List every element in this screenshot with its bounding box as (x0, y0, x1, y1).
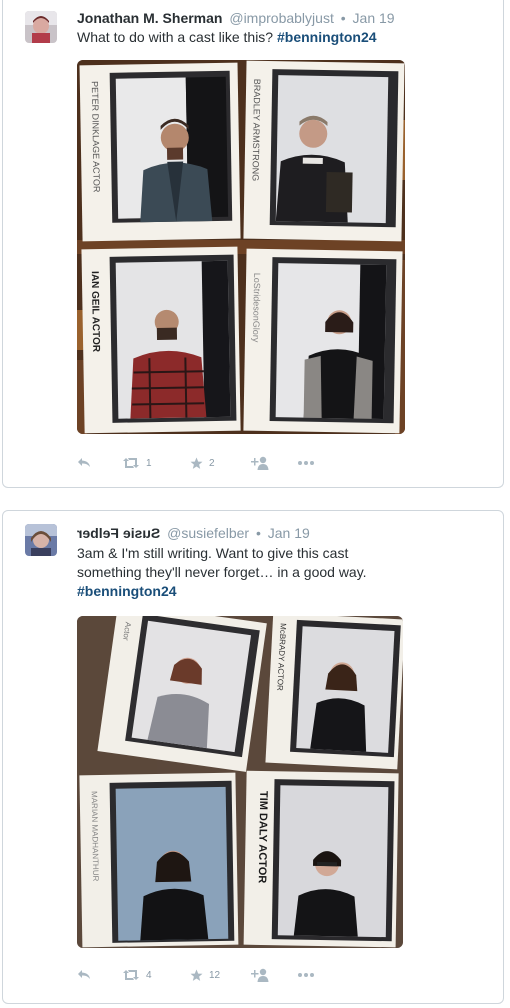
retweet-icon (123, 458, 139, 468)
tweet-date[interactable]: Jan 19 (353, 10, 395, 26)
tweet-text-line: What to do with a cast like this? (77, 29, 277, 45)
retweet-button[interactable]: 1 (122, 453, 152, 473)
photo-caption: BRADLEY ARMSTRONG (250, 79, 262, 182)
reply-button[interactable] (77, 453, 91, 473)
tweet-photo[interactable]: Actor McBRADY ACTOR MARIAN MADHANTHUR TI… (77, 616, 403, 948)
tweet-photo[interactable]: PETER DINKLAGE ACTOR BRADLEY ARMSTRONG I… (77, 60, 405, 434)
follow-button[interactable] (249, 965, 269, 985)
tweet-date[interactable]: Jan 19 (268, 525, 310, 541)
favorite-button[interactable]: 2 (190, 453, 215, 473)
tweet-text-line: 3am & I'm still writing. Want to give th… (77, 545, 349, 561)
tweet-text-line: something they'll never forget… in a goo… (77, 564, 367, 580)
follow-button[interactable] (249, 453, 269, 473)
follow-icon (251, 456, 269, 470)
photo-caption: IAN GEIL ACTOR (89, 271, 101, 353)
follow-icon (251, 968, 269, 982)
author-handle[interactable]: @susiefelber (167, 525, 249, 541)
more-icon (298, 973, 314, 977)
separator: • (255, 525, 261, 541)
separator: • (340, 10, 346, 26)
photo-caption: MARIAN MADHANTHUR (90, 791, 101, 882)
favorite-button[interactable]: 12 (190, 965, 220, 985)
photo-caption: TIM DALY ACTOR (256, 791, 270, 884)
more-button[interactable] (297, 453, 315, 473)
tweet-header: Susie Felber @susiefelber • Jan 19 (77, 524, 310, 542)
avatar[interactable] (25, 524, 57, 556)
tweet[interactable]: Susie Felber @susiefelber • Jan 19 3am &… (2, 510, 504, 1004)
tweet-text: 3am & I'm still writing. Want to give th… (77, 544, 477, 601)
photo-caption: PETER DINKLAGE ACTOR (90, 81, 102, 193)
reply-icon (78, 970, 90, 979)
avatar[interactable] (25, 11, 57, 43)
favorite-count: 12 (209, 969, 221, 981)
star-icon (190, 969, 203, 981)
tweet[interactable]: Jonathan M. Sherman @improbablyjust • Ja… (2, 0, 504, 488)
retweet-count: 1 (146, 457, 152, 469)
tweet-text: What to do with a cast like this? #benni… (77, 28, 477, 47)
reply-button[interactable] (77, 965, 91, 985)
more-button[interactable] (297, 965, 315, 985)
photo-caption: LoStridesonGlory (251, 273, 262, 343)
hashtag-link[interactable]: #bennington24 (277, 29, 377, 45)
star-icon (190, 457, 203, 469)
author-handle[interactable]: @improbablyjust (229, 10, 333, 26)
hashtag-link[interactable]: #bennington24 (77, 582, 477, 601)
reply-icon (78, 458, 90, 467)
retweet-button[interactable]: 4 (122, 965, 152, 985)
more-icon (298, 461, 314, 465)
retweet-icon (123, 970, 139, 980)
retweet-count: 4 (146, 969, 152, 981)
favorite-count: 2 (209, 457, 215, 469)
author-name[interactable]: Jonathan M. Sherman (77, 10, 222, 26)
tweet-header: Jonathan M. Sherman @improbablyjust • Ja… (77, 9, 395, 27)
author-name[interactable]: Susie Felber (77, 524, 160, 542)
